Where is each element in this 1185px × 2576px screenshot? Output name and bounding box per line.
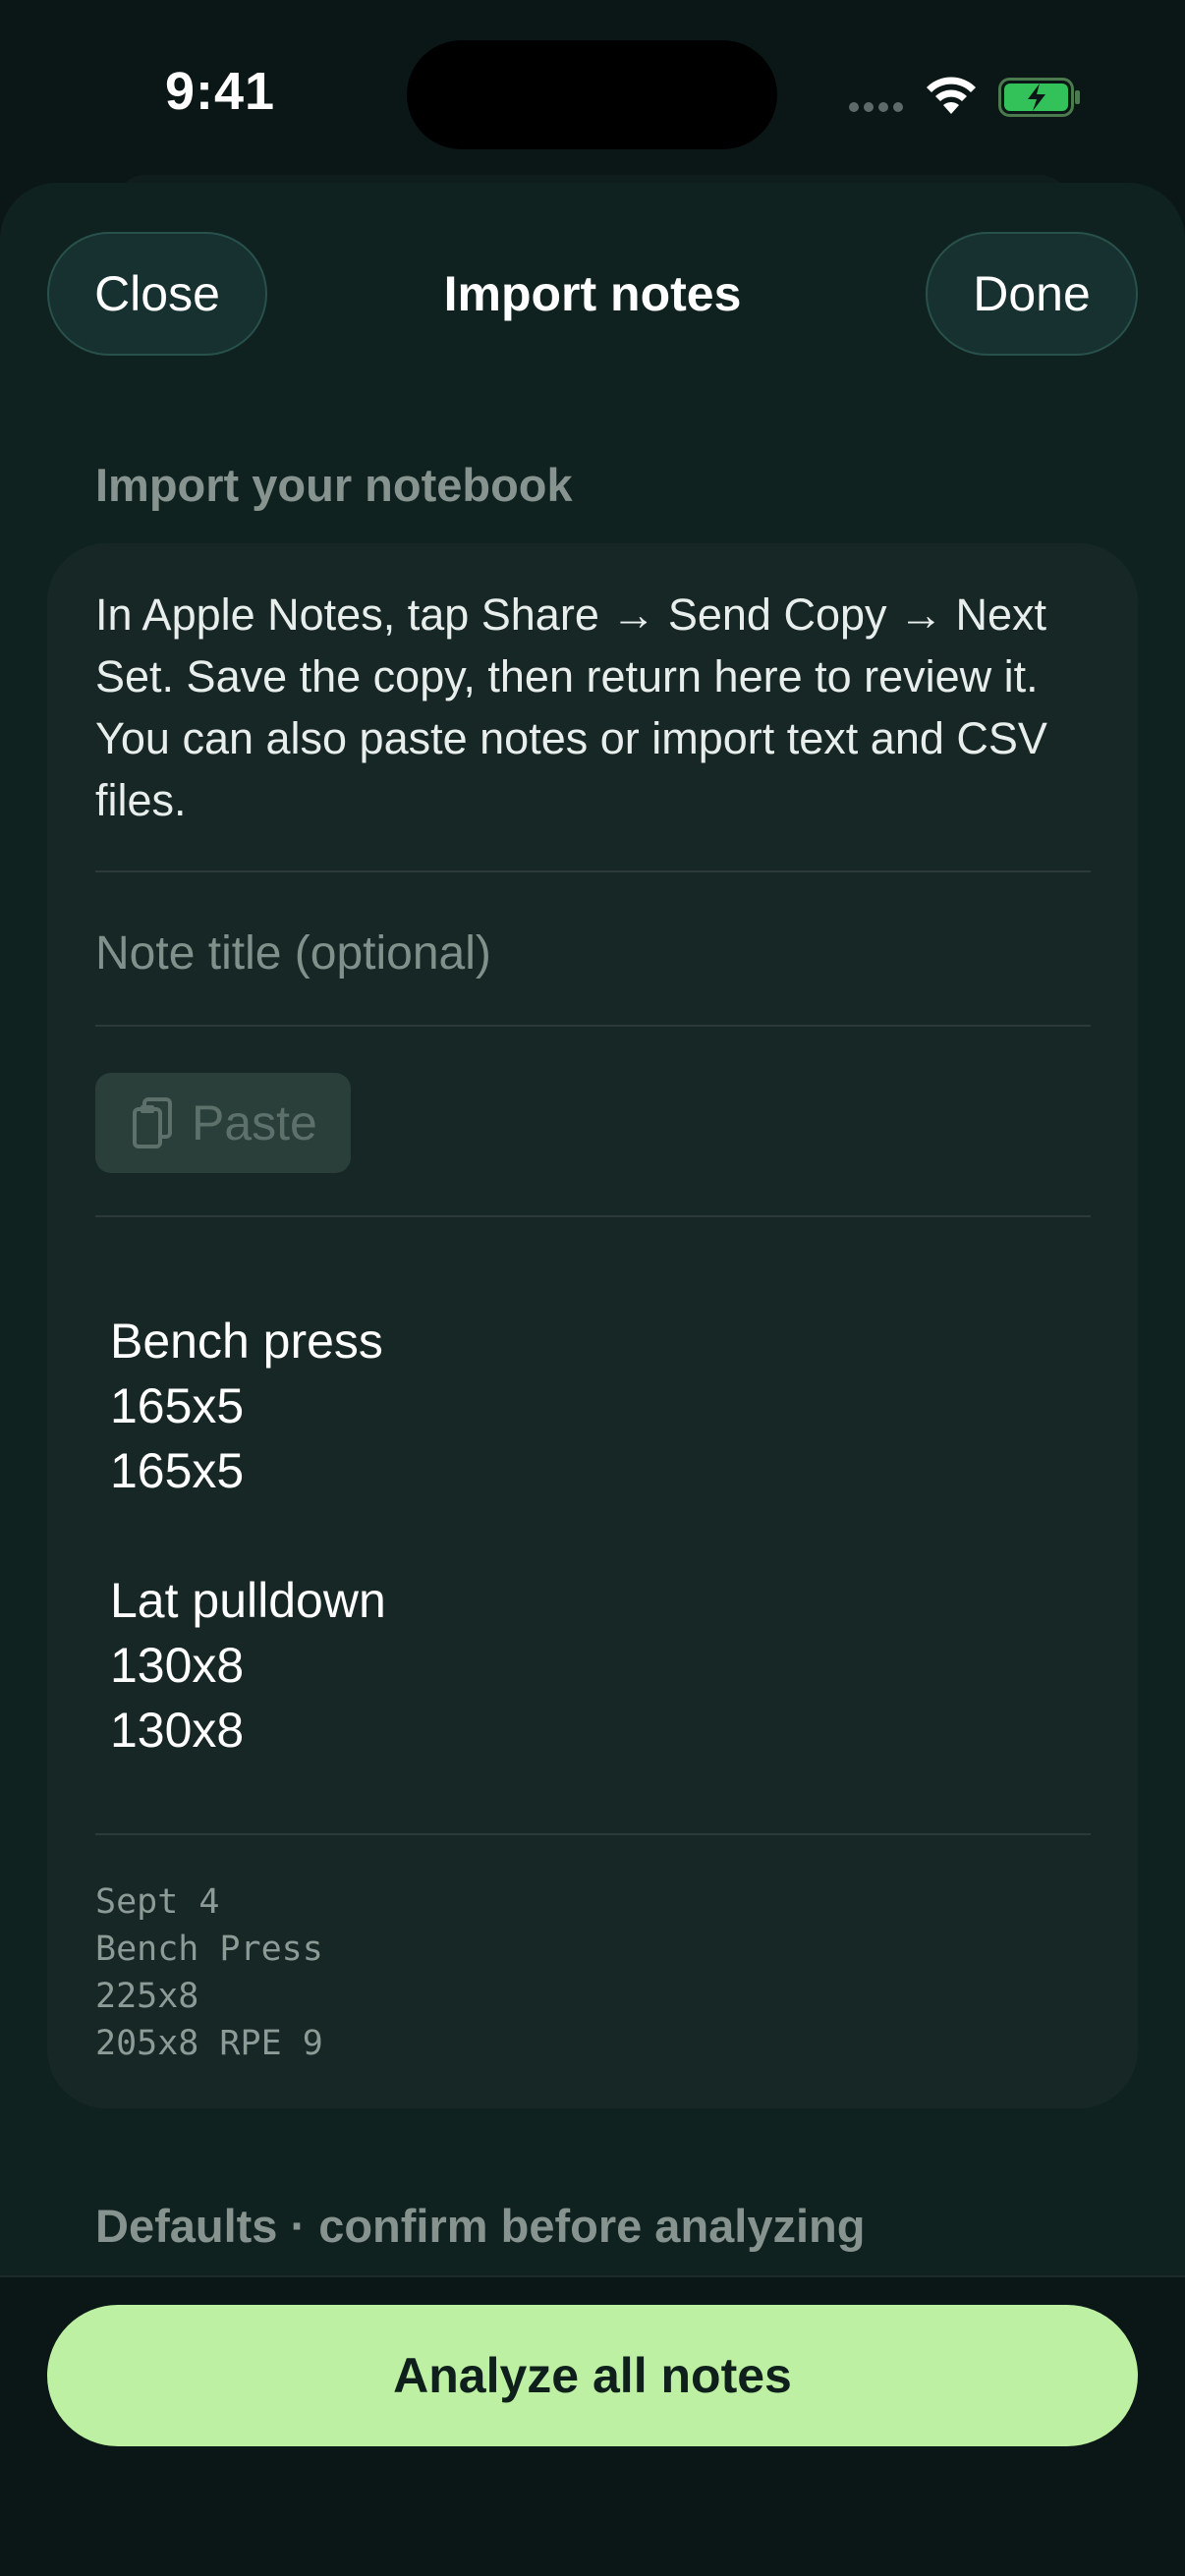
wifi-icon xyxy=(927,77,976,114)
paste-button[interactable]: Paste xyxy=(95,1073,351,1173)
import-instructions: In Apple Notes, tap Share → Send Copy → … xyxy=(95,589,1047,825)
defaults-section-header: Defaults · confirm before analyzing xyxy=(95,2200,866,2252)
divider xyxy=(95,1833,1091,1835)
import-section-header: Import your notebook xyxy=(95,459,573,511)
divider xyxy=(95,1215,1091,1217)
import-notes-screen: 9:41 Close Import notes Done Import your… xyxy=(0,0,1185,2576)
analyze-all-notes-button[interactable]: Analyze all notes xyxy=(47,2305,1138,2446)
dynamic-island xyxy=(407,40,777,149)
divider xyxy=(95,870,1091,872)
clipboard-icon xyxy=(133,1097,172,1148)
battery-charging-icon xyxy=(998,78,1080,117)
sample-format-text: Sept 4 Bench Press 225x8 205x8 RPE 9 xyxy=(95,1882,323,2063)
paste-label: Paste xyxy=(192,1095,317,1150)
cellular-signal-icon xyxy=(849,102,903,112)
status-time: 9:41 xyxy=(165,62,276,121)
note-text-editor[interactable]: Bench press 165x5 165x5 Lat pulldown 130… xyxy=(110,1309,1083,1763)
done-button[interactable]: Done xyxy=(926,232,1138,356)
divider xyxy=(95,1025,1091,1027)
note-title-input[interactable] xyxy=(95,914,1091,992)
